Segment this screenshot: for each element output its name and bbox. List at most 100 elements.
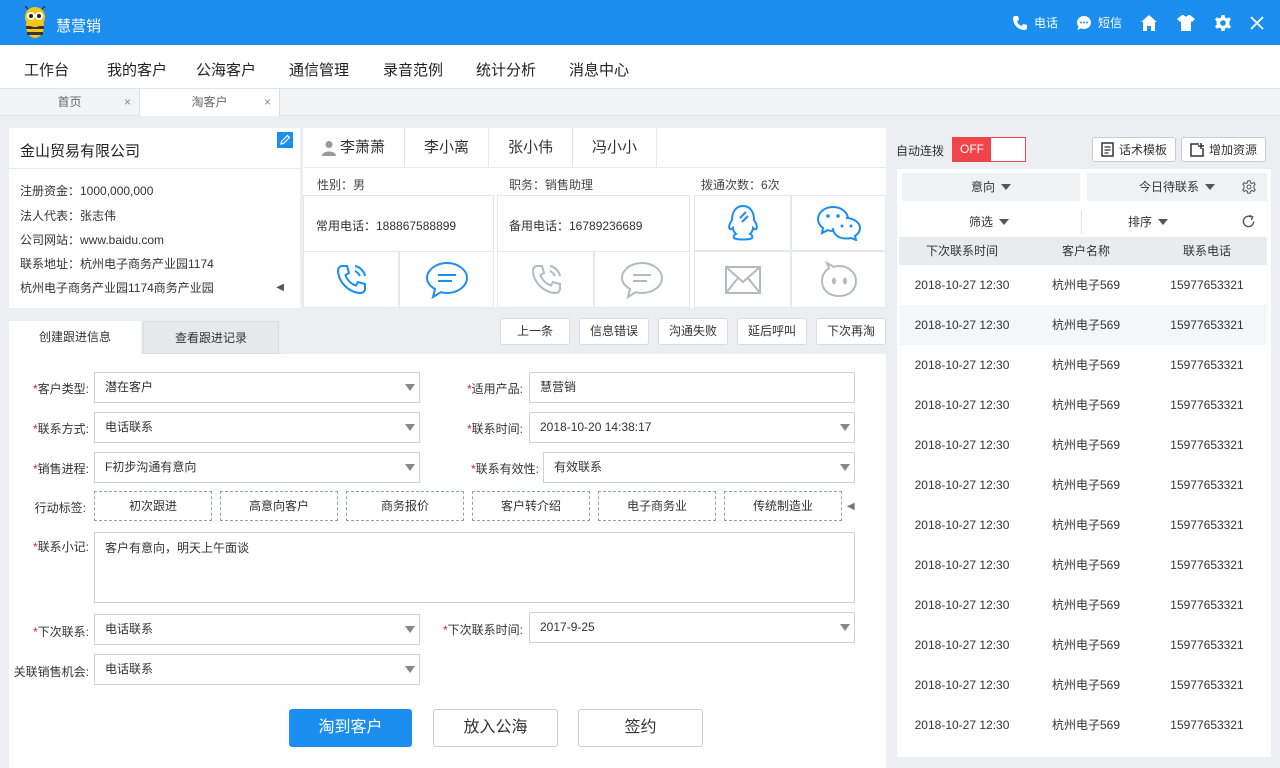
auto-dial-toggle[interactable]: OFF xyxy=(952,137,1026,162)
intent-filter[interactable]: 意向 xyxy=(902,173,1080,201)
call-list-panel: 自动连拨 OFF 话术模板 增加资源 意向 今日待联系 筛选 排序 下次联系时间… xyxy=(889,128,1280,768)
page-tab-home[interactable]: 首页 × xyxy=(0,89,140,116)
tag-first-followup[interactable]: 初次跟进 xyxy=(94,491,212,521)
edit-icon[interactable] xyxy=(277,132,293,148)
sms-backup-button[interactable] xyxy=(594,251,690,308)
table-row[interactable]: 2018-10-27 12:30 杭州电子569 15977653321 xyxy=(899,425,1267,465)
tab-view-followup[interactable]: 查看跟进记录 xyxy=(143,321,279,354)
tag-manufacturing[interactable]: 传统制造业 xyxy=(724,491,842,521)
put-in-public-pool-button[interactable]: 放入公海 xyxy=(433,709,558,747)
address-line-2: 杭州电子商务产业园1174商务产业园 xyxy=(20,281,214,295)
close-tab-icon[interactable]: × xyxy=(124,89,131,116)
tag-business-quote[interactable]: 商务报价 xyxy=(346,491,464,521)
table-row[interactable]: 2018-10-27 12:30 杭州电子569 15977653321 xyxy=(899,305,1267,345)
shirt-theme-icon[interactable] xyxy=(1176,14,1196,32)
sms-button[interactable]: 短信 xyxy=(1076,14,1122,31)
call-main-button[interactable] xyxy=(303,251,399,308)
collapse-arrow-icon[interactable]: ◀ xyxy=(276,282,284,293)
table-row[interactable]: 2018-10-27 12:30 杭州电子569 15977653321 xyxy=(899,585,1267,625)
contact-method-select[interactable]: 电话联系 xyxy=(94,412,420,443)
contact-name: 李小离 xyxy=(424,139,470,156)
cell-phone: 15977653321 xyxy=(1170,638,1244,652)
page-tab-find-customer[interactable]: 淘客户 × xyxy=(140,89,280,116)
contact-tab-3[interactable]: 张小伟 xyxy=(489,128,574,168)
contact-time-label: *联系时间: xyxy=(466,422,523,436)
close-tab-icon[interactable]: × xyxy=(264,89,271,116)
sort-filter[interactable]: 排序 xyxy=(1083,210,1213,234)
message-icon xyxy=(620,261,664,299)
tab-create-followup[interactable]: 创建跟进信息 xyxy=(9,321,141,354)
communication-failed-button[interactable]: 沟通失败 xyxy=(658,318,728,345)
contact-tab-2[interactable]: 李小离 xyxy=(405,128,490,168)
aliwangwang-button[interactable] xyxy=(791,251,886,308)
table-row[interactable]: 2018-10-27 12:30 杭州电子569 15977653321 xyxy=(899,345,1267,385)
table-row[interactable]: 2018-10-27 12:30 杭州电子569 15977653321 xyxy=(899,505,1267,545)
col-phone: 联系电话 xyxy=(1182,244,1231,258)
refresh-icon[interactable] xyxy=(1241,214,1256,229)
menu-item-messages[interactable]: 消息中心 xyxy=(569,59,629,80)
tag-referral[interactable]: 客户转介绍 xyxy=(472,491,590,521)
tag-high-intent[interactable]: 高意向客户 xyxy=(220,491,338,521)
table-row[interactable]: 2018-10-27 12:30 杭州电子569 15977653321 xyxy=(899,545,1267,585)
email-button[interactable] xyxy=(694,251,791,308)
today-contact-filter[interactable]: 今日待联系 xyxy=(1087,173,1267,201)
delay-call-button[interactable]: 延后呼叫 xyxy=(737,318,807,345)
customer-type-select[interactable]: 潜在客户 xyxy=(94,372,420,403)
next-time-picker[interactable]: 2017-9-25 xyxy=(529,612,855,643)
qq-button[interactable] xyxy=(694,195,791,251)
table-row[interactable]: 2018-10-27 12:30 杭州电子569 15977653321 xyxy=(899,665,1267,705)
next-time-button[interactable]: 下次再淘 xyxy=(816,318,886,345)
product-input[interactable]: 慧营销 xyxy=(529,372,855,403)
info-error-button[interactable]: 信息错误 xyxy=(579,318,649,345)
tags-scroll-arrow-icon[interactable]: ◀ xyxy=(847,501,855,512)
menu-item-my-customers[interactable]: 我的客户 xyxy=(107,59,167,80)
table-row[interactable]: 2018-10-27 12:30 杭州电子569 15977653321 xyxy=(899,265,1267,305)
sign-contract-button[interactable]: 签约 xyxy=(578,709,703,747)
cell-phone: 15977653321 xyxy=(1170,558,1244,572)
menu-item-recording-examples[interactable]: 录音范例 xyxy=(383,59,443,80)
page-tab-label: 淘客户 xyxy=(191,95,228,109)
menu-item-workbench[interactable]: 工作台 xyxy=(24,59,69,80)
cell-customer-name: 杭州电子569 xyxy=(1051,438,1121,452)
phone-call-icon xyxy=(531,264,561,294)
table-row[interactable]: 2018-10-27 12:30 杭州电子569 15977653321 xyxy=(899,465,1267,505)
contact-method-label: *联系方式: xyxy=(32,422,89,436)
tag-ecommerce[interactable]: 电子商务业 xyxy=(598,491,716,521)
cell-customer-name: 杭州电子569 xyxy=(1051,518,1121,532)
script-template-label: 话术模板 xyxy=(1119,143,1168,157)
cell-phone: 15977653321 xyxy=(1170,478,1244,492)
next-contact-select[interactable]: 电话联系 xyxy=(94,614,420,645)
validity-select[interactable]: 有效联系 xyxy=(543,452,855,483)
opportunity-select[interactable]: 电话联系 xyxy=(94,654,420,685)
claim-customer-button[interactable]: 淘到客户 xyxy=(289,709,412,747)
menu-item-public-customers[interactable]: 公海客户 xyxy=(196,59,256,80)
sales-progress-select[interactable]: F初步沟通有意向 xyxy=(94,452,420,483)
phone-button[interactable]: 电话 xyxy=(1012,14,1058,31)
script-template-button[interactable]: 话术模板 xyxy=(1092,137,1177,162)
close-icon[interactable] xyxy=(1250,15,1264,30)
contact-tab-4[interactable]: 冯小小 xyxy=(573,128,658,168)
wangwang-icon xyxy=(820,260,857,297)
contact-time-picker[interactable]: 2018-10-20 14:38:17 xyxy=(529,412,855,443)
sms-main-button[interactable] xyxy=(399,251,494,308)
product-label: *适用产品: xyxy=(466,382,523,396)
menu-item-communication[interactable]: 通信管理 xyxy=(289,59,349,80)
auto-dial-label: 自动连拨 xyxy=(896,144,945,158)
table-row[interactable]: 2018-10-27 12:30 杭州电子569 15977653321 xyxy=(899,385,1267,425)
call-backup-button[interactable] xyxy=(497,251,594,308)
gear-icon[interactable] xyxy=(1214,14,1232,32)
wechat-button[interactable] xyxy=(791,195,886,251)
cell-next-contact-time: 2018-10-27 12:30 xyxy=(914,398,1010,412)
note-textarea[interactable]: 客户有意向，明天上午面谈 xyxy=(94,532,855,603)
contact-tab-1[interactable]: 李萧萧 xyxy=(303,128,406,168)
qq-icon xyxy=(727,204,758,241)
home-icon[interactable] xyxy=(1140,14,1158,32)
settings-icon[interactable] xyxy=(1242,180,1256,194)
opportunity-label: 关联销售机会: xyxy=(13,665,89,679)
menu-item-statistics[interactable]: 统计分析 xyxy=(476,59,536,80)
previous-button[interactable]: 上一条 xyxy=(500,318,570,345)
table-row[interactable]: 2018-10-27 12:30 杭州电子569 15977653321 xyxy=(899,705,1267,745)
table-row[interactable]: 2018-10-27 12:30 杭州电子569 15977653321 xyxy=(899,625,1267,665)
add-resource-button[interactable]: 增加资源 xyxy=(1181,137,1267,162)
screen-filter[interactable]: 筛选 xyxy=(897,210,1082,234)
